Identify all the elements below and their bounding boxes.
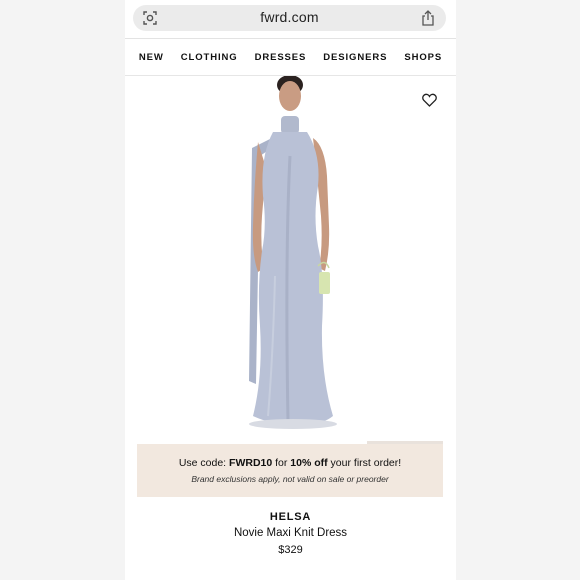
handbag (319, 272, 330, 294)
main-nav: NEW CLOTHING DRESSES DESIGNERS SHOPS (125, 39, 456, 76)
promo-discount: 10% off (290, 457, 328, 469)
promo-code: FWRD10 (229, 457, 273, 469)
promo-suffix: your first order! (327, 457, 402, 469)
product-image[interactable] (125, 76, 456, 441)
promo-note: Brand exclusions apply, not valid on sal… (191, 474, 389, 484)
model-face (279, 81, 301, 111)
promo-middle: for (272, 457, 291, 469)
promo-prefix: Use code: (178, 457, 230, 469)
nav-item-dresses[interactable]: DRESSES (255, 52, 307, 63)
hem-shadow (249, 419, 337, 429)
nav-item-clothing[interactable]: CLOTHING (181, 52, 238, 63)
product-name[interactable]: Novie Maxi Knit Dress (125, 527, 456, 539)
address-bar[interactable]: fwrd.com (133, 5, 446, 31)
nav-item-shops[interactable]: SHOPS (404, 52, 442, 63)
product-brand[interactable]: HELSA (125, 511, 456, 523)
dress-collar (281, 116, 299, 134)
product-price: $329 (278, 544, 303, 556)
share-icon[interactable] (420, 9, 436, 27)
mobile-browser: fwrd.com NEW CLOTHING DRESSES DESIGNERS … (125, 0, 456, 580)
nav-item-designers[interactable]: DESIGNERS (323, 52, 387, 63)
url-text[interactable]: fwrd.com (133, 9, 446, 25)
promo-headline: Use code: FWRD10 for 10% off your first … (137, 457, 443, 469)
promo-strip (367, 441, 443, 444)
nav-item-new[interactable]: NEW (139, 52, 164, 63)
heart-icon[interactable] (422, 93, 437, 107)
promo-banner[interactable]: Use code: FWRD10 for 10% off your first … (137, 441, 443, 497)
